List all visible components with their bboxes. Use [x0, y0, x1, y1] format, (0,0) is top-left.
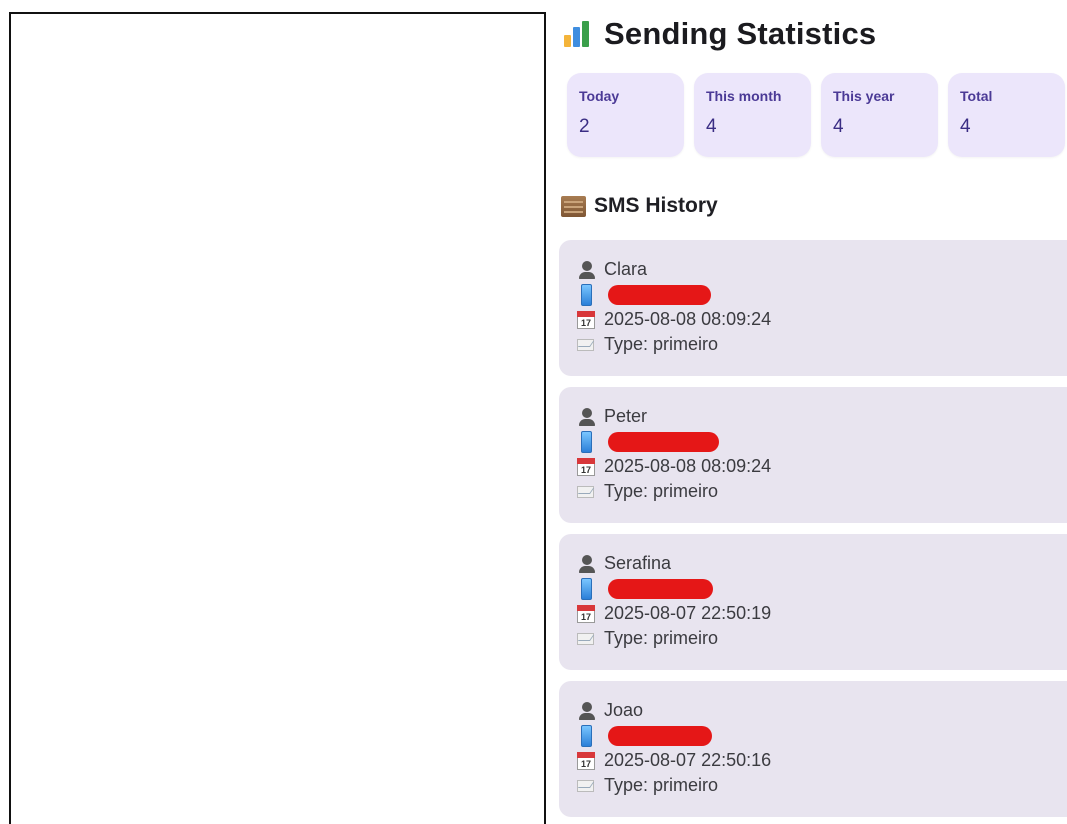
stat-label: Total: [960, 88, 993, 104]
phone-icon: [581, 283, 592, 306]
stat-label: This year: [833, 88, 895, 104]
stat-label: This month: [706, 88, 782, 104]
sent-datetime: 2025-08-07 22:50:19: [604, 603, 772, 623]
sms-history-entry[interactable]: Peter 17 2025-08-08 08:09:24 Type: primei…: [559, 387, 1067, 523]
sent-datetime: 2025-08-08 08:09:24: [604, 309, 772, 329]
sms-history-entry[interactable]: Joao 17 2025-08-07 22:50:16 Type: primeir…: [559, 681, 1067, 817]
stat-value: 2: [579, 116, 590, 137]
person-icon: [577, 407, 597, 427]
message-type: Type: primeiro: [604, 775, 719, 795]
stat-card-this-month: This month 4: [694, 73, 811, 157]
mail-icon: [577, 779, 594, 792]
stat-label: Today: [579, 88, 620, 104]
sms-history-header: SMS History: [561, 193, 718, 219]
bar-chart-icon: [562, 21, 594, 47]
redacted-phone-number: [608, 284, 711, 305]
message-type: Type: primeiro: [604, 334, 719, 354]
person-icon: [577, 554, 597, 574]
phone-icon: [581, 577, 592, 600]
empty-preview-panel: [9, 12, 546, 824]
mail-icon: [577, 338, 594, 351]
contact-name: Clara: [604, 259, 648, 279]
scroll-icon: [561, 195, 586, 217]
stat-card-this-year: This year 4: [821, 73, 938, 157]
message-type: Type: primeiro: [604, 628, 719, 648]
redacted-phone-number: [608, 431, 719, 452]
mail-icon: [577, 485, 594, 498]
sms-history-title: SMS History: [594, 194, 718, 217]
person-icon: [577, 701, 597, 721]
contact-name: Peter: [604, 406, 648, 426]
statistics-header: Sending Statistics: [562, 14, 876, 54]
stat-value: 4: [833, 116, 844, 137]
sms-history-list: Clara 17 2025-08-08 08:09:24 Type: primei…: [559, 240, 1067, 824]
phone-icon: [581, 724, 592, 747]
calendar-icon: 17: [577, 457, 595, 476]
stat-value: 4: [706, 116, 717, 137]
statistics-cards: Today 2 This month 4 This year 4 Total 4: [567, 73, 1065, 157]
stat-card-today: Today 2: [567, 73, 684, 157]
sent-datetime: 2025-08-08 08:09:24: [604, 456, 772, 476]
statistics-title: Sending Statistics: [604, 16, 877, 51]
contact-name: Joao: [604, 700, 644, 720]
sms-dashboard: Sending Statistics Today 2 This month 4 …: [558, 0, 1067, 824]
sent-datetime: 2025-08-07 22:50:16: [604, 750, 772, 770]
calendar-icon: 17: [577, 604, 595, 623]
redacted-phone-number: [608, 578, 713, 599]
contact-name: Serafina: [604, 553, 672, 573]
mail-icon: [577, 632, 594, 645]
calendar-icon: 17: [577, 310, 595, 329]
phone-icon: [581, 430, 592, 453]
person-icon: [577, 260, 597, 280]
sms-history-entry[interactable]: Serafina 17 2025-08-07 22:50:19 Type: pri…: [559, 534, 1067, 670]
stat-value: 4: [960, 116, 971, 137]
message-type: Type: primeiro: [604, 481, 719, 501]
calendar-icon: 17: [577, 751, 595, 770]
redacted-phone-number: [608, 725, 712, 746]
stat-card-total: Total 4: [948, 73, 1065, 157]
sms-history-entry[interactable]: Clara 17 2025-08-08 08:09:24 Type: primei…: [559, 240, 1067, 376]
